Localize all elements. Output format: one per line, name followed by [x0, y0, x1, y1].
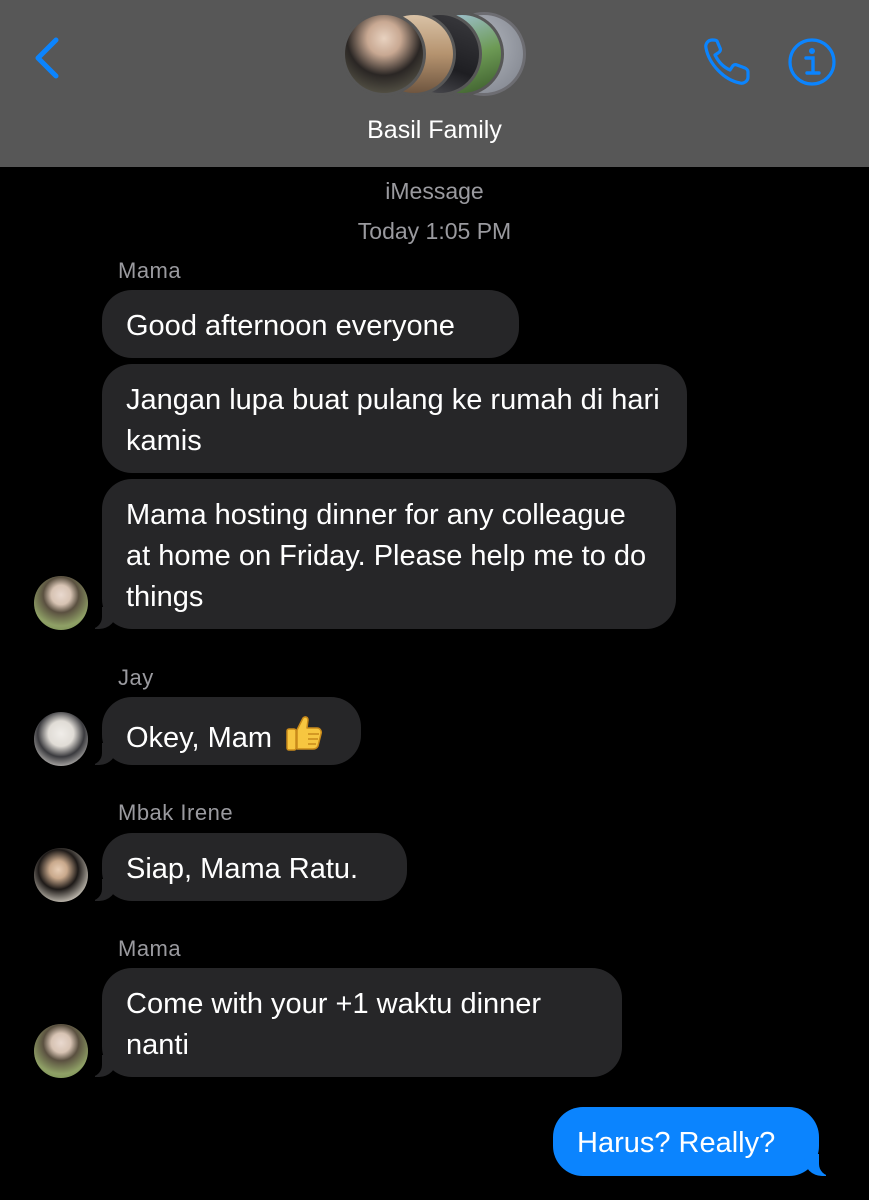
- message-text: Okey, Mam: [126, 722, 273, 754]
- message-text: Siap, Mama Ratu.: [126, 853, 359, 885]
- info-button[interactable]: [786, 36, 838, 88]
- back-button[interactable]: [28, 36, 68, 80]
- message-bubble[interactable]: Come with your +1 waktu dinner nanti: [89, 968, 622, 1077]
- outgoing-message-bubble[interactable]: Harus? Really?: [553, 1107, 832, 1176]
- call-button[interactable]: [700, 36, 756, 88]
- message-text: Good afternoon everyone: [126, 310, 455, 342]
- phone-icon: [704, 38, 750, 85]
- sender-name: Mama: [118, 258, 182, 283]
- group-avatar-stack[interactable]: [342, 12, 532, 96]
- service-label: iMessage: [385, 178, 484, 204]
- avatar-jay[interactable]: [34, 712, 88, 766]
- sender-name: Jay: [118, 665, 154, 690]
- message-bubble[interactable]: Jangan lupa buat pulang ke rumah di hari…: [102, 364, 687, 473]
- message-bubble[interactable]: Siap, Mama Ratu.: [89, 833, 407, 901]
- avatar-mama[interactable]: [34, 1024, 88, 1078]
- conversation-timestamp: Today 1:05 PM: [357, 218, 512, 244]
- avatar-mama[interactable]: [34, 576, 88, 630]
- message-text: Come with your +1 waktu dinner nanti: [126, 988, 542, 1061]
- message-text: Mama hosting dinner for any colleague at…: [126, 499, 647, 613]
- group-avatar-main: [342, 12, 426, 96]
- group-title[interactable]: Basil Family: [0, 116, 869, 145]
- message-bubble[interactable]: Good afternoon everyone: [102, 290, 519, 358]
- avatar-mbak-irene[interactable]: [34, 848, 88, 902]
- message-text: Jangan lupa buat pulang ke rumah di hari…: [126, 384, 660, 457]
- thumbs-up-icon: [286, 716, 323, 751]
- conversation-header: Basil Family: [0, 0, 869, 167]
- message-bubble[interactable]: Mama hosting dinner for any colleague at…: [89, 479, 676, 629]
- message-text: Harus? Really?: [577, 1127, 776, 1159]
- chevron-left-icon: [35, 37, 59, 79]
- sender-name: Mama: [118, 936, 182, 961]
- message-bubble[interactable]: Okey, Mam: [89, 697, 361, 765]
- info-icon: [788, 38, 836, 86]
- sender-name: Mbak Irene: [118, 800, 234, 825]
